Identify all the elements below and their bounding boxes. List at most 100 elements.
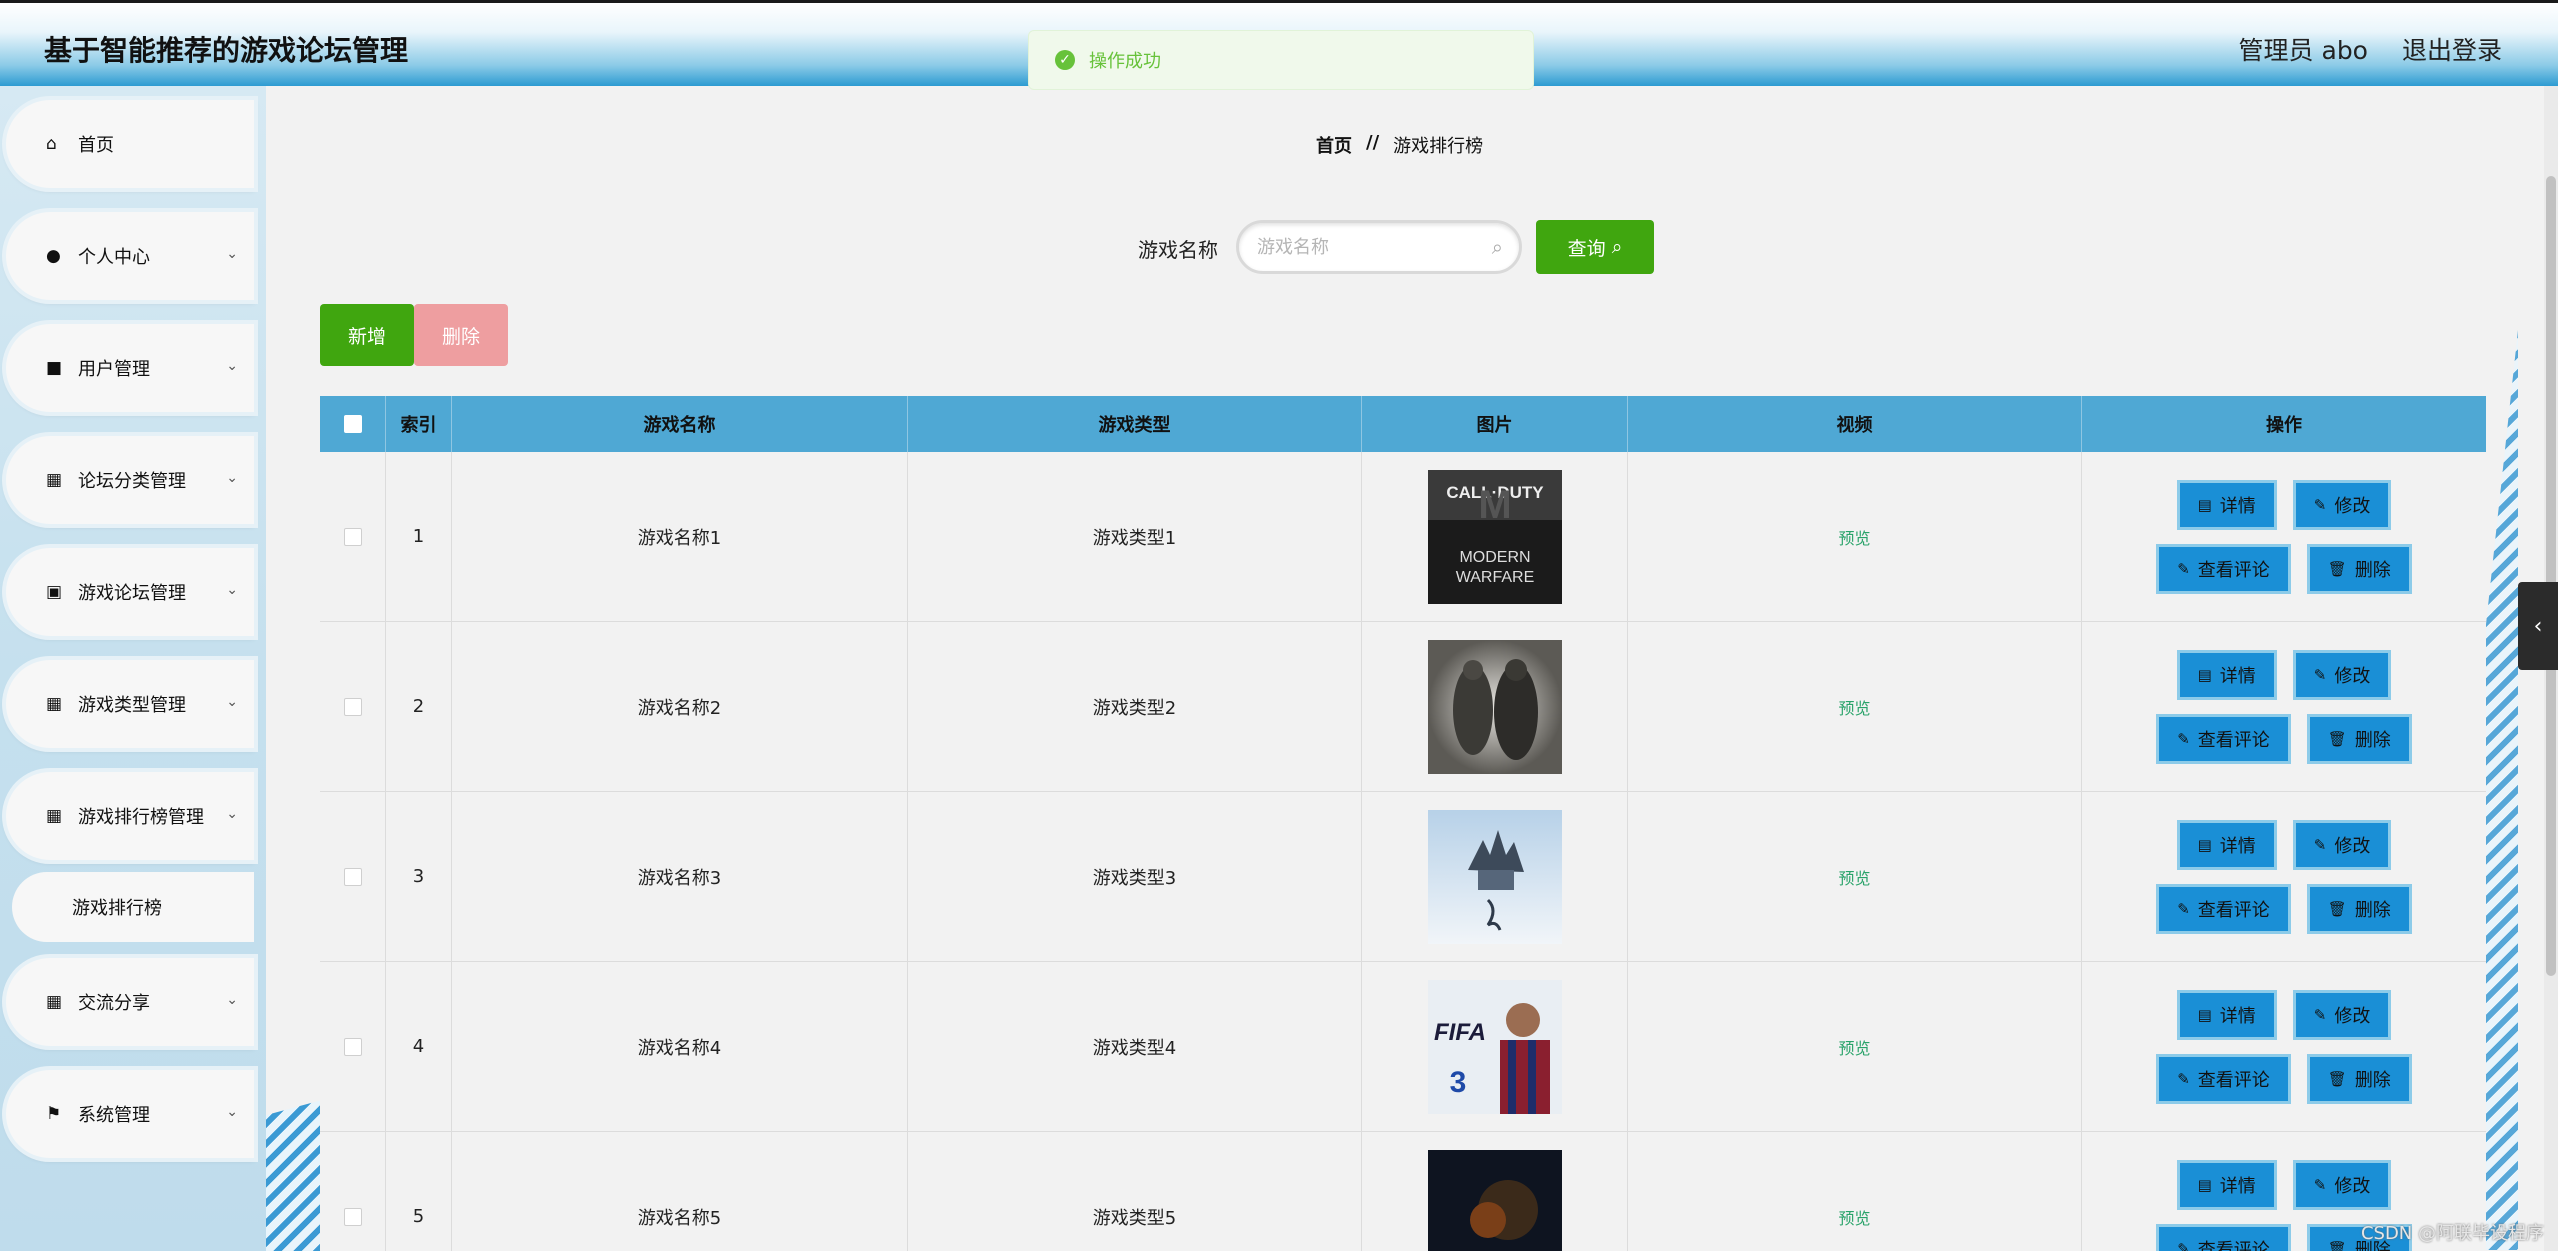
delete-label: 删除 xyxy=(2354,729,2391,751)
sidebar-item-label: 论坛分类管理 xyxy=(78,471,186,492)
comments-label: 查看评论 xyxy=(2197,1239,2270,1251)
sidebar-item-exchange-share[interactable]: ▦ 交流分享 ⌄ xyxy=(6,958,254,1046)
row-checkbox[interactable] xyxy=(343,867,362,886)
select-all-checkbox[interactable] xyxy=(343,415,362,433)
chevron-down-icon: ⌄ xyxy=(226,694,238,710)
edit-icon: ✎ xyxy=(2313,495,2327,514)
game-thumbnail[interactable] xyxy=(1427,1149,1562,1251)
delete-button[interactable]: 🗑 删除 xyxy=(2306,883,2412,934)
chevron-down-icon: ⌄ xyxy=(226,358,238,374)
grid-icon: ▦ xyxy=(46,470,63,490)
scrollbar-thumb[interactable] xyxy=(2546,176,2556,976)
edit-button[interactable]: ✎ 修改 xyxy=(2292,1159,2392,1210)
breadcrumb-separator: // xyxy=(1366,132,1380,153)
detail-button[interactable]: ▤ 详情 xyxy=(2176,1159,2277,1210)
sidebar-item-system[interactable]: ⚑ 系统管理 ⌄ xyxy=(6,1070,254,1158)
sidebar-subitem-game-ranking[interactable]: 游戏排行榜 xyxy=(12,872,254,942)
edit-icon: ✎ xyxy=(2313,665,2327,684)
detail-label: 详情 xyxy=(2219,1005,2256,1027)
document-icon: ▤ xyxy=(2197,495,2212,514)
view-comments-button[interactable]: ✎ 查看评论 xyxy=(2156,1223,2291,1251)
sidebar-item-user-management[interactable]: ■ 用户管理 ⌄ xyxy=(6,324,254,412)
sidebar-item-game-ranking[interactable]: ▦ 游戏排行榜管理 ⌄ xyxy=(6,772,254,860)
cell-index: 1 xyxy=(386,452,452,621)
watermark: CSDN @阿联毕设程序 xyxy=(2360,1223,2544,1244)
game-thumbnail[interactable] xyxy=(1427,639,1562,774)
detail-button[interactable]: ▤ 详情 xyxy=(2176,989,2277,1040)
edit-button[interactable]: ✎ 修改 xyxy=(2292,479,2392,530)
cell-type: 游戏类型4 xyxy=(908,962,1362,1131)
toast-message: 操作成功 xyxy=(1089,51,1161,72)
ranking-table: 索引 游戏名称 游戏类型 图片 视频 操作 1 游戏名称1 游戏类型1 CALL… xyxy=(320,396,2486,1251)
cell-index: 4 xyxy=(386,962,452,1131)
edit-button[interactable]: ✎ 修改 xyxy=(2292,989,2392,1040)
row-checkbox[interactable] xyxy=(343,527,362,546)
sidebar-item-home[interactable]: ⌂ 首页 xyxy=(6,100,254,188)
sidebar-item-personal-center[interactable]: ● 个人中心 ⌄ xyxy=(6,212,254,300)
search-input[interactable] xyxy=(1257,236,1477,258)
delete-button[interactable]: 🗑 删除 xyxy=(2306,1053,2412,1104)
row-checkbox[interactable] xyxy=(343,697,362,716)
view-comments-button[interactable]: ✎ 查看评论 xyxy=(2156,713,2291,764)
detail-button[interactable]: ▤ 详情 xyxy=(2176,649,2277,700)
detail-button[interactable]: ▤ 详情 xyxy=(2176,479,2277,530)
sidebar: ⌂ 首页 ● 个人中心 ⌄ ■ 用户管理 ⌄ ▦ 论坛分类管理 ⌄ ▣ 游戏论坛… xyxy=(0,86,266,1251)
logout-link[interactable]: 退出登录 xyxy=(2402,31,2502,67)
view-comments-button[interactable]: ✎ 查看评论 xyxy=(2156,883,2291,934)
delete-label: 删除 xyxy=(2354,559,2391,581)
table-header: 索引 游戏名称 游戏类型 图片 视频 操作 xyxy=(320,396,2486,452)
search-box: ⌕ xyxy=(1236,220,1522,274)
grid-icon: ▦ xyxy=(46,806,63,826)
edit-label: 修改 xyxy=(2334,835,2371,857)
video-preview-link[interactable]: 预览 xyxy=(1838,1035,1870,1059)
game-thumbnail[interactable]: FIFA 3 xyxy=(1427,979,1562,1114)
sidebar-item-game-forum[interactable]: ▣ 游戏论坛管理 ⌄ xyxy=(6,548,254,636)
view-comments-button[interactable]: ✎ 查看评论 xyxy=(2156,1053,2291,1104)
batch-delete-button[interactable]: 删除 xyxy=(414,304,508,366)
trash-icon: 🗑 xyxy=(2327,559,2347,578)
edit-icon: ✎ xyxy=(2177,1239,2190,1251)
table-row: 1 游戏名称1 游戏类型1 CALL·DUTY M MODERN WARFARE… xyxy=(320,452,2486,622)
detail-label: 详情 xyxy=(2219,1175,2256,1197)
admin-user-label[interactable]: 管理员 abo xyxy=(2239,31,2368,67)
delete-button[interactable]: 🗑 删除 xyxy=(2306,713,2412,764)
chevron-down-icon: ⌄ xyxy=(226,246,238,262)
game-thumbnail[interactable]: CALL·DUTY M MODERN WARFARE xyxy=(1427,469,1562,604)
row-checkbox[interactable] xyxy=(343,1207,362,1226)
detail-button[interactable]: ▤ 详情 xyxy=(2176,819,2277,870)
search-icon: ⌕ xyxy=(1491,235,1503,259)
add-button[interactable]: 新增 xyxy=(320,304,414,366)
edit-button[interactable]: ✎ 修改 xyxy=(2292,649,2392,700)
delete-button[interactable]: 🗑 删除 xyxy=(2306,543,2412,594)
edit-icon: ✎ xyxy=(2313,1175,2327,1194)
game-thumbnail[interactable] xyxy=(1427,809,1562,944)
detail-label: 详情 xyxy=(2219,835,2256,857)
video-preview-link[interactable]: 预览 xyxy=(1838,525,1870,549)
detail-label: 详情 xyxy=(2219,495,2256,517)
svg-text:M: M xyxy=(1478,483,1511,527)
trash-icon: 🗑 xyxy=(2327,899,2347,918)
sidebar-item-label: 用户管理 xyxy=(78,359,150,380)
flag-icon: ⚑ xyxy=(46,1104,62,1124)
side-panel-toggle[interactable]: ‹ xyxy=(2518,582,2558,670)
trash-icon: 🗑 xyxy=(2327,729,2347,748)
video-preview-link[interactable]: 预览 xyxy=(1838,1205,1870,1229)
edit-icon: ✎ xyxy=(2177,729,2190,748)
edit-label: 修改 xyxy=(2334,665,2371,687)
document-icon: ▤ xyxy=(2197,665,2212,684)
edit-button[interactable]: ✎ 修改 xyxy=(2292,819,2392,870)
sidebar-item-game-type[interactable]: ▦ 游戏类型管理 ⌄ xyxy=(6,660,254,748)
sidebar-item-forum-category[interactable]: ▦ 论坛分类管理 ⌄ xyxy=(6,436,254,524)
cell-name: 游戏名称4 xyxy=(452,962,908,1131)
chevron-left-icon: ‹ xyxy=(2533,613,2543,639)
breadcrumb-home[interactable]: 首页 xyxy=(1316,132,1352,158)
view-comments-button[interactable]: ✎ 查看评论 xyxy=(2156,543,2291,594)
edit-icon: ✎ xyxy=(2177,899,2190,918)
video-preview-link[interactable]: 预览 xyxy=(1838,695,1870,719)
comments-label: 查看评论 xyxy=(2197,559,2270,581)
video-preview-link[interactable]: 预览 xyxy=(1838,865,1870,889)
header-user-area: 管理员 abo 退出登录 xyxy=(2239,31,2502,67)
row-checkbox[interactable] xyxy=(343,1037,362,1056)
search-label: 游戏名称 xyxy=(1138,238,1218,262)
query-button[interactable]: 查询 ⌕ xyxy=(1536,220,1654,274)
